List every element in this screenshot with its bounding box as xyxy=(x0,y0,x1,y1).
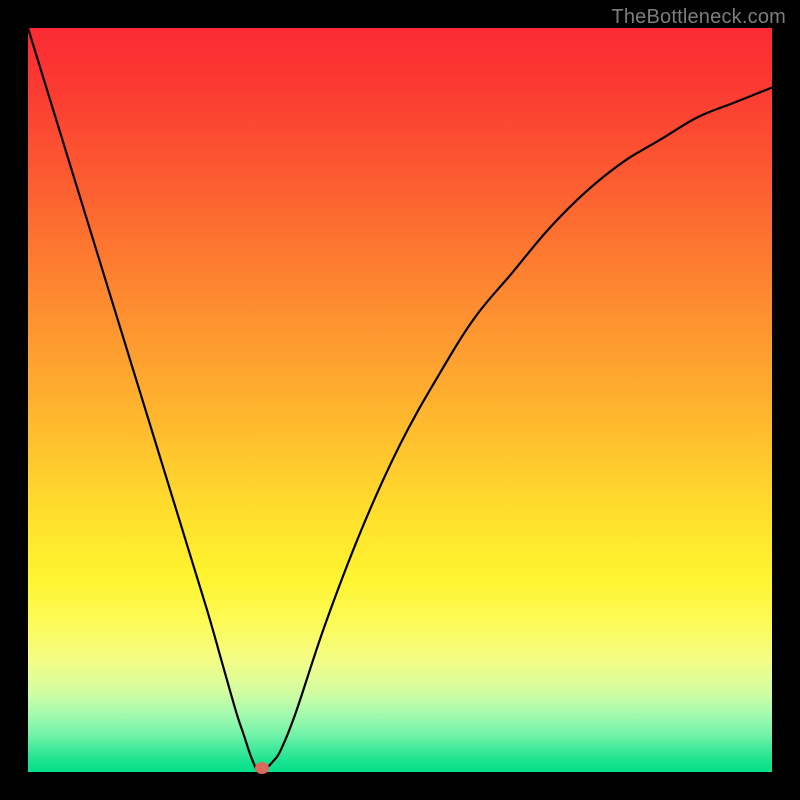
chart-frame: TheBottleneck.com xyxy=(0,0,800,800)
curve-path xyxy=(28,28,772,773)
watermark-text: TheBottleneck.com xyxy=(611,6,786,29)
bottleneck-curve xyxy=(28,28,772,772)
optimal-point-marker xyxy=(255,762,269,774)
plot-area xyxy=(28,28,772,772)
